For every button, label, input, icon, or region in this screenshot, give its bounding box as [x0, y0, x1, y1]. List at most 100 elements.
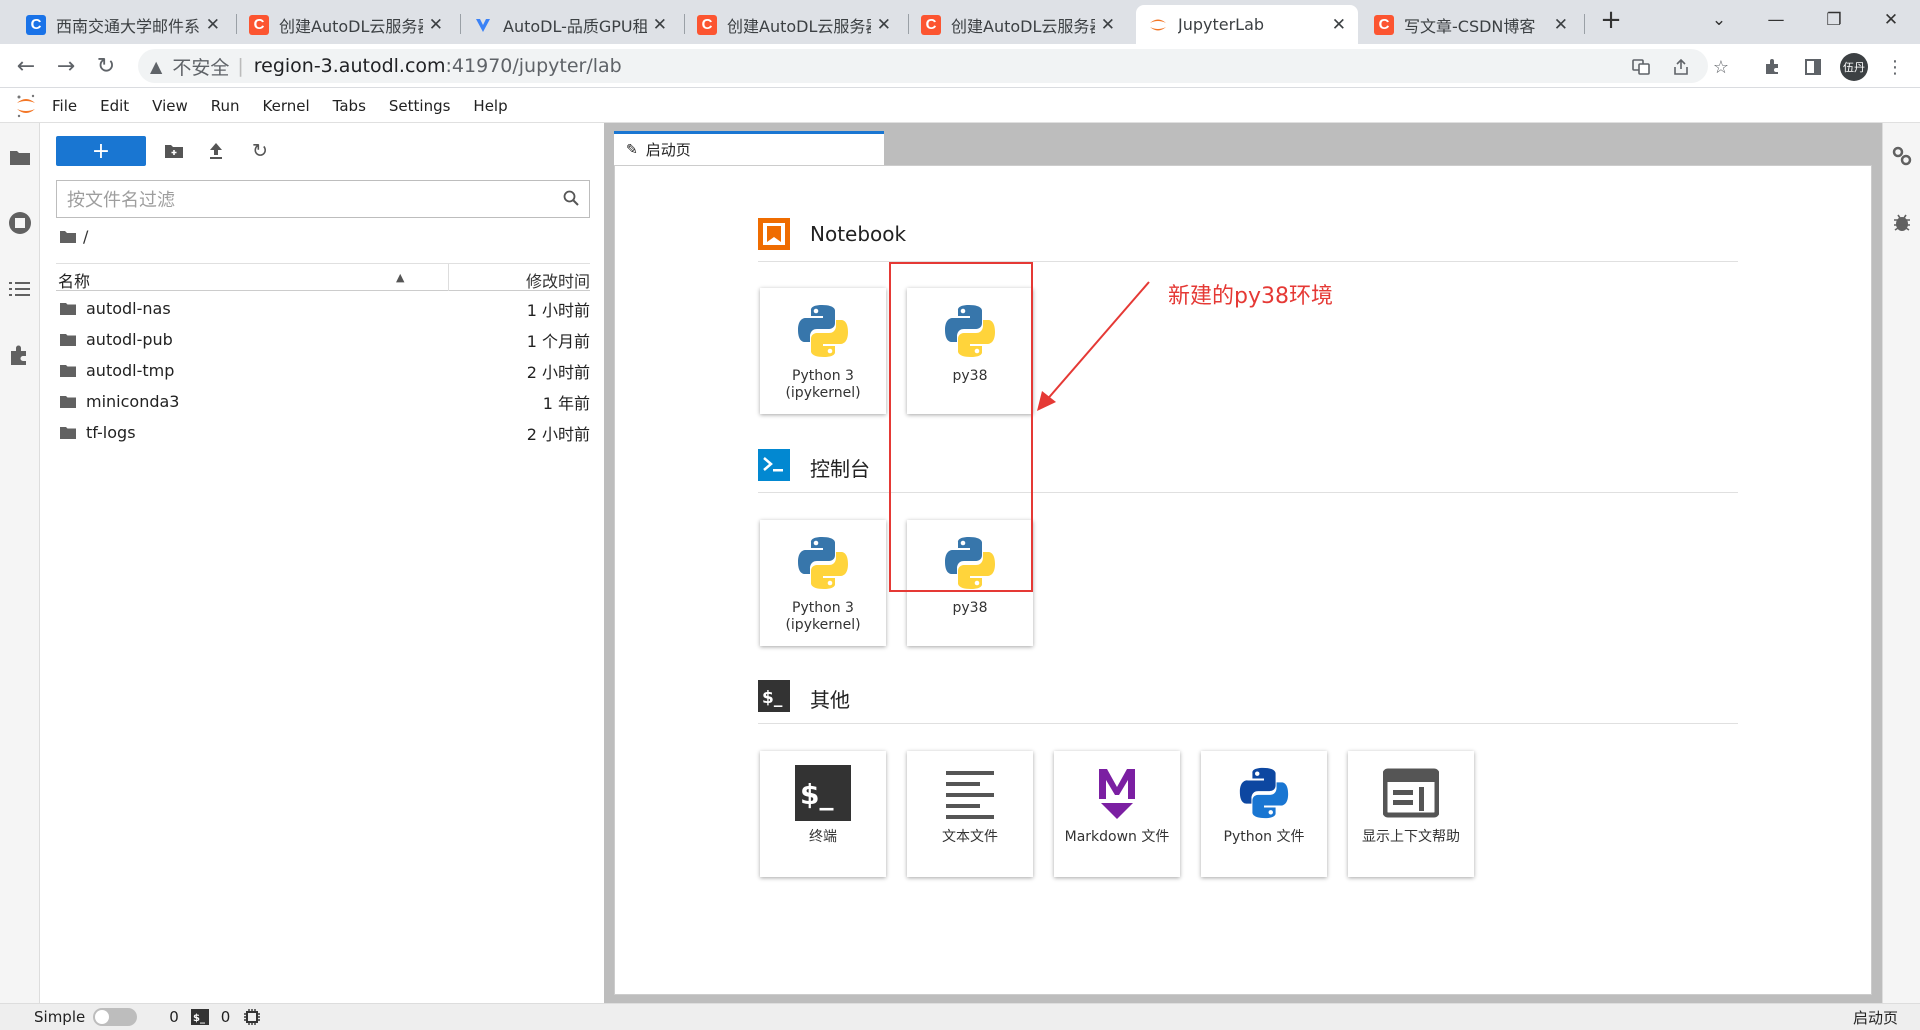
console-py38-card[interactable]: py38 — [907, 520, 1033, 646]
close-tab-icon[interactable]: ✕ — [877, 15, 891, 35]
autodl-logo-icon — [473, 15, 493, 35]
browser-tab[interactable]: C 创建AutoDL云服务器 ✕ — [685, 5, 903, 44]
running-sessions-icon[interactable] — [6, 209, 34, 237]
debugger-bug-icon[interactable] — [1889, 209, 1915, 235]
menu-settings[interactable]: Settings — [389, 97, 451, 115]
folder-icon — [60, 395, 76, 408]
terminal-section-icon: $_ — [758, 680, 790, 712]
list-item[interactable]: autodl-tmp 2 小时前 — [56, 355, 590, 386]
warning-icon[interactable]: ▲ — [150, 57, 162, 76]
terminal-count: 0 — [169, 1008, 179, 1026]
folder-icon — [60, 426, 76, 439]
browser-tab[interactable]: C 创建AutoDL云服务器 ✕ — [237, 5, 455, 44]
property-inspector-icon[interactable] — [1889, 143, 1915, 169]
contextual-help-card[interactable]: 显示上下文帮助 — [1348, 751, 1474, 877]
close-tab-icon[interactable]: ✕ — [653, 15, 667, 35]
csdn-favicon-icon: C — [1374, 14, 1394, 35]
insecure-label: 不安全 — [172, 56, 230, 79]
console-icon — [758, 449, 790, 481]
browser-menu-icon[interactable]: ⋮ — [1882, 54, 1908, 80]
file-filter-input[interactable]: 按文件名过滤 — [56, 180, 590, 218]
column-modified-header[interactable]: 修改时间 — [526, 268, 590, 292]
kernel-status-icon[interactable] — [244, 1009, 261, 1025]
bookmark-star-icon[interactable]: ☆ — [1708, 54, 1734, 80]
browser-tab[interactable]: C 创建AutoDL云服务器 ✕ — [909, 5, 1127, 44]
launcher-panel: Notebook Python 3 (ipykernel) py38 控制台 P… — [614, 165, 1872, 995]
tab-launcher[interactable]: ✎ 启动页 — [614, 131, 884, 165]
notebook-python3-card[interactable]: Python 3 (ipykernel) — [760, 288, 886, 414]
url-host: region-3.autodl.com — [253, 55, 446, 77]
menu-run[interactable]: Run — [211, 97, 240, 115]
python-logo-icon — [798, 305, 848, 357]
filter-placeholder: 按文件名过滤 — [67, 190, 175, 211]
close-tab-icon[interactable]: ✕ — [1554, 15, 1568, 35]
console-python3-card[interactable]: Python 3 (ipykernel) — [760, 520, 886, 646]
list-item[interactable]: autodl-nas 1 小时前 — [56, 293, 590, 324]
close-window-button[interactable]: ✕ — [1862, 0, 1920, 40]
extensions-icon[interactable] — [1760, 54, 1786, 80]
close-tab-icon[interactable]: ✕ — [1332, 15, 1346, 35]
python-file-card[interactable]: Python 文件 — [1201, 751, 1327, 877]
browser-tab[interactable]: AutoDL-品质GPU租用 ✕ — [461, 5, 679, 44]
share-icon[interactable] — [1668, 54, 1694, 80]
simple-mode-toggle[interactable] — [93, 1008, 138, 1026]
python-file-icon — [1239, 767, 1289, 819]
left-activity-bar — [0, 123, 40, 1003]
minimize-button[interactable]: — — [1747, 0, 1805, 40]
close-tab-icon[interactable]: ✕ — [429, 15, 443, 35]
column-name-header[interactable]: 名称 — [58, 268, 90, 292]
translate-icon[interactable] — [1628, 54, 1654, 80]
extension-manager-icon[interactable] — [6, 341, 34, 369]
menu-kernel[interactable]: Kernel — [263, 97, 310, 115]
list-item[interactable]: miniconda3 1 年前 — [56, 386, 590, 417]
breadcrumb[interactable]: / — [59, 227, 88, 246]
menu-view[interactable]: View — [152, 97, 188, 115]
kernel-count: 0 — [220, 1008, 231, 1026]
restore-button[interactable]: ❐ — [1805, 0, 1863, 40]
url-path: :41970/jupyter/lab — [445, 55, 622, 77]
section-notebook: Notebook — [758, 218, 1738, 262]
python-logo-icon — [945, 537, 995, 589]
browser-tab[interactable]: C 西南交通大学邮件系统 ✕ — [14, 5, 232, 44]
sort-ascending-icon[interactable]: ▲ — [396, 271, 404, 284]
new-launcher-button[interactable]: + — [56, 136, 146, 166]
browser-tab[interactable]: C 写文章-CSDN博客 ✕ — [1362, 5, 1580, 44]
forward-icon[interactable]: → — [52, 52, 80, 80]
terminal-icon: $_ — [795, 765, 851, 821]
side-panel-icon[interactable] — [1800, 54, 1826, 80]
browser-tab-active[interactable]: JupyterLab ✕ — [1136, 5, 1358, 44]
annotation-text: 新建的py38环境 — [1168, 284, 1333, 309]
profile-avatar[interactable]: 伍丹 — [1840, 53, 1868, 81]
new-tab-button[interactable]: + — [1582, 0, 1640, 40]
text-file-card[interactable]: 文本文件 — [907, 751, 1033, 877]
menu-help[interactable]: Help — [473, 97, 507, 115]
section-other: $_ 其他 — [758, 680, 1738, 724]
tab-search-icon[interactable]: ⌄ — [1690, 0, 1748, 40]
folder-icon — [60, 364, 76, 377]
menu-edit[interactable]: Edit — [100, 97, 129, 115]
menu-file[interactable]: File — [52, 97, 77, 115]
new-folder-icon[interactable] — [161, 138, 187, 164]
back-icon[interactable]: ← — [12, 52, 40, 80]
address-toolbar: ← → ↻ ▲ 不安全 | region-3.autodl.com :41970… — [0, 44, 1920, 88]
terminal-card[interactable]: $_ 终端 — [760, 751, 886, 877]
jupyter-menubar: File Edit View Run Kernel Tabs Settings … — [0, 89, 1920, 123]
menu-tabs[interactable]: Tabs — [333, 97, 366, 115]
jupyter-logo-icon — [0, 93, 52, 119]
table-of-contents-icon[interactable] — [6, 275, 34, 303]
terminal-status-icon[interactable]: $_ — [190, 1009, 209, 1025]
refresh-icon[interactable]: ↻ — [247, 138, 273, 164]
simple-mode-label: Simple — [34, 1008, 86, 1026]
list-item[interactable]: autodl-pub 1 个月前 — [56, 324, 590, 355]
markdown-icon — [1099, 769, 1135, 819]
notebook-py38-card[interactable]: py38 — [907, 288, 1033, 414]
list-item[interactable]: tf-logs 2 小时前 — [56, 417, 590, 448]
jupyter-logo-icon — [1148, 15, 1168, 35]
upload-icon[interactable] — [203, 138, 229, 164]
omnibox[interactable]: ▲ 不安全 | region-3.autodl.com :41970/jupyt… — [138, 49, 1708, 83]
reload-icon[interactable]: ↻ — [92, 52, 120, 80]
close-tab-icon[interactable]: ✕ — [206, 15, 220, 35]
close-tab-icon[interactable]: ✕ — [1101, 15, 1115, 35]
markdown-file-card[interactable]: Markdown 文件 — [1054, 751, 1180, 877]
folder-icon[interactable] — [6, 143, 34, 171]
